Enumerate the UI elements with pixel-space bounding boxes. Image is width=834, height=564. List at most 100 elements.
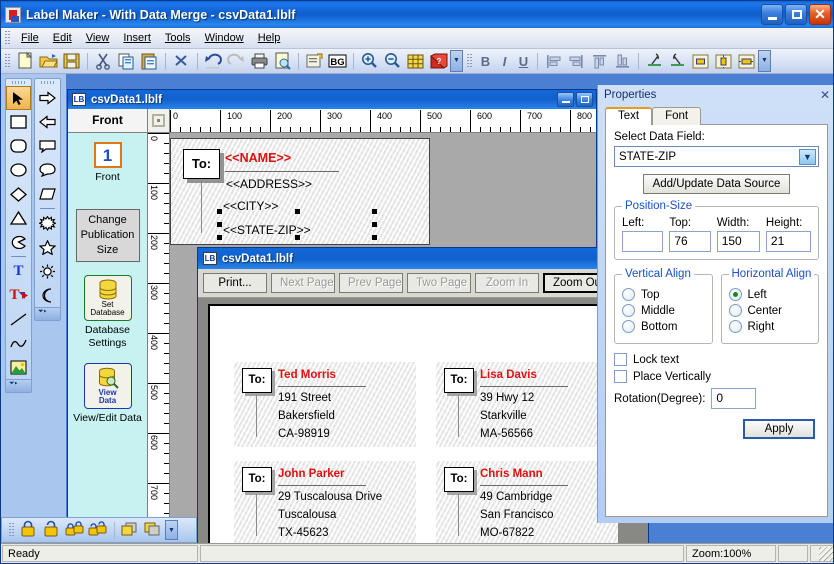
radio-halign-left[interactable]: Left: [729, 288, 812, 301]
unlock-all-icon[interactable]: [88, 520, 109, 540]
grid-icon[interactable]: [405, 51, 426, 71]
moon-tool[interactable]: [35, 283, 60, 307]
next-page-button[interactable]: Next Page: [271, 273, 335, 293]
chevron-down-icon[interactable]: ▼: [799, 149, 816, 165]
radio-valign-middle[interactable]: Middle: [622, 304, 705, 317]
lock-text-checkbox[interactable]: Lock text: [614, 353, 819, 366]
selection-handle[interactable]: [295, 209, 300, 214]
pointer-tool[interactable]: [6, 86, 31, 110]
close-button[interactable]: ✕: [809, 4, 831, 25]
two-page-button[interactable]: Two Page: [407, 273, 471, 293]
menu-window[interactable]: Window: [198, 30, 251, 46]
selection-handle[interactable]: [217, 235, 222, 240]
arrange-overflow-button[interactable]: [165, 520, 178, 540]
image-tool[interactable]: [6, 355, 31, 379]
ellipse-tool[interactable]: [6, 158, 31, 182]
field-city[interactable]: <<CITY>>: [223, 199, 278, 213]
left-input[interactable]: [622, 231, 663, 252]
italic-button[interactable]: I: [495, 54, 514, 69]
rotation-input[interactable]: 0: [711, 388, 756, 409]
menubar-grip[interactable]: [4, 30, 12, 46]
merge-text-tool[interactable]: T: [6, 283, 31, 307]
radio-valign-top[interactable]: Top: [622, 288, 705, 301]
align-left-icon[interactable]: [543, 51, 564, 71]
change-publication-size-button[interactable]: Change Publication Size: [76, 209, 140, 262]
place-vertically-checkbox[interactable]: Place Vertically: [614, 370, 819, 383]
menu-edit[interactable]: Edit: [46, 30, 79, 46]
paste-icon[interactable]: [139, 51, 160, 71]
align-top-icon[interactable]: [589, 51, 610, 71]
toolbar-grip-2[interactable]: [466, 53, 474, 69]
height-input[interactable]: 21: [766, 231, 811, 252]
rotate-right-icon[interactable]: [667, 51, 688, 71]
palette-overflow-1[interactable]: [6, 379, 31, 392]
pacman-shape-tool[interactable]: [6, 230, 31, 254]
palette-grip-2[interactable]: [35, 79, 60, 86]
text-tool[interactable]: T: [6, 259, 31, 283]
copy-icon[interactable]: [116, 51, 137, 71]
prev-page-button[interactable]: Prev Page: [339, 273, 403, 293]
line-tool[interactable]: [6, 307, 31, 331]
selection-handle[interactable]: [372, 222, 377, 227]
save-icon[interactable]: [61, 51, 82, 71]
delete-icon[interactable]: [171, 51, 192, 71]
zoom-out-icon[interactable]: [382, 51, 403, 71]
ruler-corner-button[interactable]: [148, 109, 170, 133]
speech-bubble-tool[interactable]: [35, 158, 60, 182]
print-icon[interactable]: [249, 51, 270, 71]
field-address[interactable]: <<ADDRESS>>: [226, 177, 312, 191]
align-right-icon[interactable]: [566, 51, 587, 71]
callout-tool[interactable]: [35, 134, 60, 158]
background-icon[interactable]: BG: [327, 51, 348, 71]
selection-handle[interactable]: [217, 222, 222, 227]
selection-handle[interactable]: [372, 209, 377, 214]
diamond-tool[interactable]: [6, 182, 31, 206]
design-minimize-button[interactable]: [557, 92, 574, 107]
align-bottom-icon[interactable]: [612, 51, 633, 71]
starburst-tool[interactable]: [35, 211, 60, 235]
menu-view[interactable]: View: [79, 30, 117, 46]
selection-handle[interactable]: [217, 209, 222, 214]
radio-halign-center[interactable]: Center: [729, 304, 812, 317]
triangle-tool[interactable]: [6, 206, 31, 230]
open-icon[interactable]: [38, 51, 59, 71]
close-icon[interactable]: ✕: [820, 88, 830, 102]
star-tool[interactable]: [35, 235, 60, 259]
print-button[interactable]: Print...: [203, 273, 267, 293]
print-preview-icon[interactable]: [272, 51, 293, 71]
toolbar-overflow-button[interactable]: [450, 50, 463, 72]
top-input[interactable]: 76: [669, 231, 710, 252]
new-icon[interactable]: [15, 51, 36, 71]
apply-button[interactable]: Apply: [743, 419, 815, 439]
help-icon[interactable]: ?: [428, 51, 449, 71]
selection-handle[interactable]: [372, 235, 377, 240]
cut-icon[interactable]: [93, 51, 114, 71]
add-update-data-source-button[interactable]: Add/Update Data Source: [643, 174, 791, 194]
sun-tool[interactable]: [35, 259, 60, 283]
radio-valign-bottom[interactable]: Bottom: [622, 320, 705, 333]
label-page[interactable]: To: <<NAME>> <<ADDRESS>> <<CITY>> <<STAT…: [170, 138, 430, 245]
unlock-icon[interactable]: [42, 520, 63, 540]
palette-overflow-2[interactable]: [35, 307, 60, 320]
underline-button[interactable]: U: [514, 54, 533, 69]
rotate-left-icon[interactable]: [644, 51, 665, 71]
field-name[interactable]: <<NAME>>: [225, 151, 291, 165]
tab-font[interactable]: Font: [652, 107, 701, 125]
view-data-button[interactable]: View Data: [84, 363, 132, 409]
redo-icon[interactable]: [226, 51, 247, 71]
minimize-button[interactable]: [761, 4, 783, 25]
palette-grip[interactable]: [6, 79, 31, 86]
design-maximize-button[interactable]: [576, 92, 593, 107]
width-input[interactable]: 150: [717, 231, 760, 252]
toolbar-grip-1[interactable]: [4, 53, 12, 69]
tab-text[interactable]: Text: [605, 107, 652, 125]
resize-grip[interactable]: [819, 547, 833, 561]
arrow-left-tool[interactable]: [35, 110, 60, 134]
arrow-right-tool[interactable]: [35, 86, 60, 110]
center-vertical-icon[interactable]: [713, 51, 734, 71]
menu-insert[interactable]: Insert: [116, 30, 158, 46]
properties-icon[interactable]: [304, 51, 325, 71]
rounded-rectangle-tool[interactable]: [6, 134, 31, 158]
toolbar-overflow-button-2[interactable]: [758, 50, 771, 72]
menu-file[interactable]: File: [14, 30, 46, 46]
